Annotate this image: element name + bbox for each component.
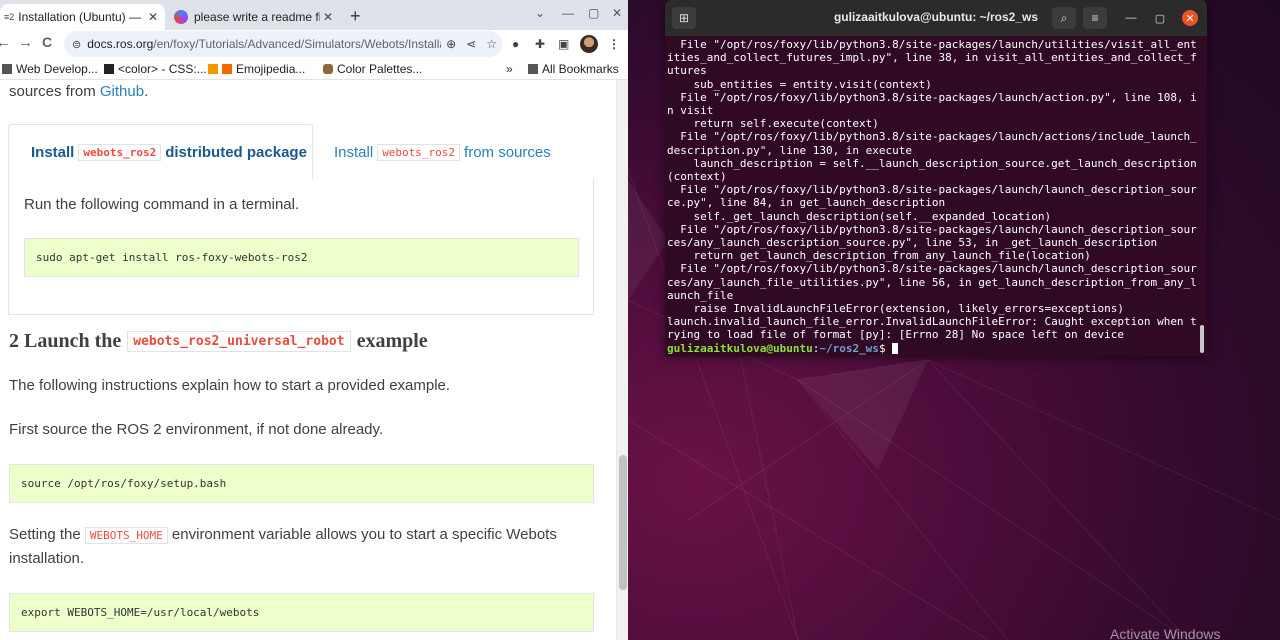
sidepanel-icon[interactable]: ▣ <box>558 37 569 51</box>
folder-icon <box>528 64 538 74</box>
tab-title: Installation (Ubuntu) — R <box>18 10 145 24</box>
terminal-line: launch_description = self.__launch_descr… <box>667 156 1197 170</box>
terminal-maximize-icon[interactable]: ▢ <box>1152 10 1168 26</box>
back-icon[interactable]: ← <box>0 34 11 51</box>
terminal-header-bar: ⊞ gulizaaitkulova@ubuntu: ~/ros2_ws ⌕ ≡ … <box>665 0 1207 36</box>
forward-icon[interactable]: → <box>18 34 33 51</box>
terminal-line: ce.py", line 84, in get_launch_descripti… <box>667 196 946 210</box>
site-info-icon[interactable]: ⊜ <box>72 38 81 51</box>
docs-favicon-icon: ≡2 <box>4 12 15 22</box>
terminal-search-icon[interactable]: ⌕ <box>1052 7 1076 29</box>
tab-title: please write a readme file <box>194 10 320 24</box>
emojipedia-icon <box>208 64 218 74</box>
terminal-line: ities_and_collect_futures_impl.py", line… <box>667 51 1197 65</box>
page-content: sources from Github. Install webots_ros2 d… <box>0 80 628 640</box>
tab-close-icon[interactable]: ✕ <box>320 10 336 24</box>
browser-window: ≡2 Installation (Ubuntu) — R ✕ please wr… <box>0 0 628 640</box>
terminal-line: n visit <box>667 104 714 118</box>
source-setup-codeblock[interactable]: source /opt/ros/foxy/setup.bash <box>9 464 594 503</box>
terminal-line: rying to load file of format [py]: [Errn… <box>667 328 1124 342</box>
reload-icon[interactable]: C <box>42 34 52 50</box>
zoom-icon[interactable]: ⊕ <box>446 37 456 51</box>
terminal-line: (context) <box>667 170 727 184</box>
tab-strip: ≡2 Installation (Ubuntu) — R ✕ please wr… <box>0 0 628 30</box>
terminal-line: sub_entities = entity.visit(context) <box>667 77 932 91</box>
share-icon[interactable]: ⋖ <box>466 37 476 51</box>
hamburger-menu-icon[interactable]: ≡ <box>1083 7 1107 29</box>
bookmark-star-icon[interactable]: ☆ <box>486 37 497 51</box>
webots-home-text-line2: installation. <box>9 550 85 567</box>
webots-home-text: Setting the WEBOTS_HOME environment vari… <box>9 526 557 544</box>
activate-windows-watermark: Activate Windows <box>1110 626 1221 640</box>
emojipedia-icon <box>222 64 232 74</box>
terminal-line: ces/any_launch_description_source.py", l… <box>667 236 1158 250</box>
bookmarks-bar: Web Develop... <color> - CSS:... Emojipe… <box>0 58 628 80</box>
new-tab-button[interactable]: + <box>350 6 361 27</box>
browser-toolbar: ← → C ⊜ docs.ros.org/en/foxy/Tutorials/A… <box>0 30 628 58</box>
terminal-window: ⊞ gulizaaitkulova@ubuntu: ~/ros2_ws ⌕ ≡ … <box>665 0 1207 356</box>
terminal-line: aunch_file <box>667 288 734 302</box>
bookmark-emojipedia[interactable]: Emojipedia... <box>208 62 305 76</box>
terminal-line: return self.execute(context) <box>667 117 879 131</box>
tab-close-icon[interactable]: ✕ <box>145 10 161 24</box>
instructions-text: The following instructions explain how t… <box>9 377 451 394</box>
terminal-line: ces/any_launch_file_utilities.py", line … <box>667 275 1197 289</box>
terminal-line: File "/opt/ros/foxy/lib/python3.8/site-p… <box>667 38 1197 51</box>
terminal-line: raise InvalidLaunchFileError(extension, … <box>667 302 1124 316</box>
terminal-line: File "/opt/ros/foxy/lib/python3.8/site-p… <box>667 262 1197 276</box>
tab-readme[interactable]: please write a readme file ✕ <box>170 4 340 30</box>
intro-tail: sources from Github. <box>9 83 149 100</box>
terminal-line: self._get_launch_description(self.__expa… <box>667 209 1052 223</box>
apt-install-codeblock[interactable]: sudo apt-get install ros-foxy-webots-ros… <box>24 238 579 277</box>
tab-search-icon[interactable]: ⌄ <box>535 6 545 20</box>
terminal-line: utures <box>667 64 707 78</box>
terminal-line: return get_launch_description_from_any_l… <box>667 249 1091 263</box>
menu-kebab-icon[interactable]: ⋮ <box>608 37 620 51</box>
scrollbar-thumb[interactable] <box>619 455 627 590</box>
close-window-icon[interactable]: ✕ <box>612 6 622 20</box>
tab-installation[interactable]: ≡2 Installation (Ubuntu) — R ✕ <box>0 4 165 30</box>
profile-avatar[interactable] <box>580 35 598 53</box>
extensions-icon[interactable]: ✚ <box>535 37 545 51</box>
terminal-line: File "/opt/ros/foxy/lib/python3.8/site-p… <box>667 130 1197 144</box>
bookmark-web-develop[interactable]: Web Develop... <box>2 62 98 76</box>
export-webots-home-codeblock[interactable]: export WEBOTS_HOME=/usr/local/webots <box>9 593 594 632</box>
tab-install-distributed-package[interactable]: Install webots_ros2 distributed package <box>8 124 313 180</box>
terminal-close-icon[interactable]: ✕ <box>1182 10 1198 26</box>
section-heading: 2 Launch the webots_ros2_universal_robot e… <box>9 330 428 352</box>
terminal-cursor <box>892 342 899 354</box>
first-source-text: First source the ROS 2 environment, if n… <box>9 421 384 438</box>
terminal-line: launch.invalid_launch_file_error.Invalid… <box>667 315 1197 329</box>
terminal-prompt[interactable]: gulizaaitkulova@ubuntu:~/ros2_ws$ <box>667 342 1197 355</box>
all-bookmarks-button[interactable]: All Bookmarks <box>528 62 619 76</box>
terminal-line: description.py", line 130, in execute <box>667 143 913 157</box>
minimize-icon[interactable]: — <box>562 6 574 20</box>
palette-icon <box>323 64 333 74</box>
folder-icon <box>2 64 12 74</box>
terminal-output[interactable]: File "/opt/ros/foxy/lib/python3.8/site-p… <box>667 38 1197 355</box>
ai-assistant-favicon-icon <box>174 10 188 24</box>
github-link[interactable]: Github <box>100 83 144 100</box>
bookmark-color-css[interactable]: <color> - CSS:... <box>104 62 207 76</box>
address-bar[interactable]: ⊜ docs.ros.org/en/foxy/Tutorials/Advance… <box>64 31 502 57</box>
run-instruction: Run the following command in a terminal. <box>24 196 300 213</box>
microphone-icon[interactable]: ● <box>512 37 519 51</box>
bookmarks-overflow-icon[interactable]: » <box>506 62 513 76</box>
tab-install-from-sources[interactable]: Install webots_ros2 from sources <box>334 140 551 164</box>
terminal-scrollbar[interactable] <box>1200 325 1204 353</box>
terminal-line: File "/opt/ros/foxy/lib/python3.8/site-p… <box>667 183 1197 197</box>
terminal-line: File "/opt/ros/foxy/lib/python3.8/site-p… <box>667 222 1197 236</box>
maximize-icon[interactable]: ▢ <box>588 6 599 20</box>
mdn-icon <box>104 64 114 74</box>
url-text: docs.ros.org/en/foxy/Tutorials/Advanced/… <box>87 37 442 51</box>
page-scrollbar[interactable] <box>616 80 628 640</box>
bookmark-color-palettes[interactable]: Color Palettes... <box>323 62 422 76</box>
terminal-line: File "/opt/ros/foxy/lib/python3.8/site-p… <box>667 90 1197 104</box>
terminal-minimize-icon[interactable]: — <box>1123 10 1139 26</box>
